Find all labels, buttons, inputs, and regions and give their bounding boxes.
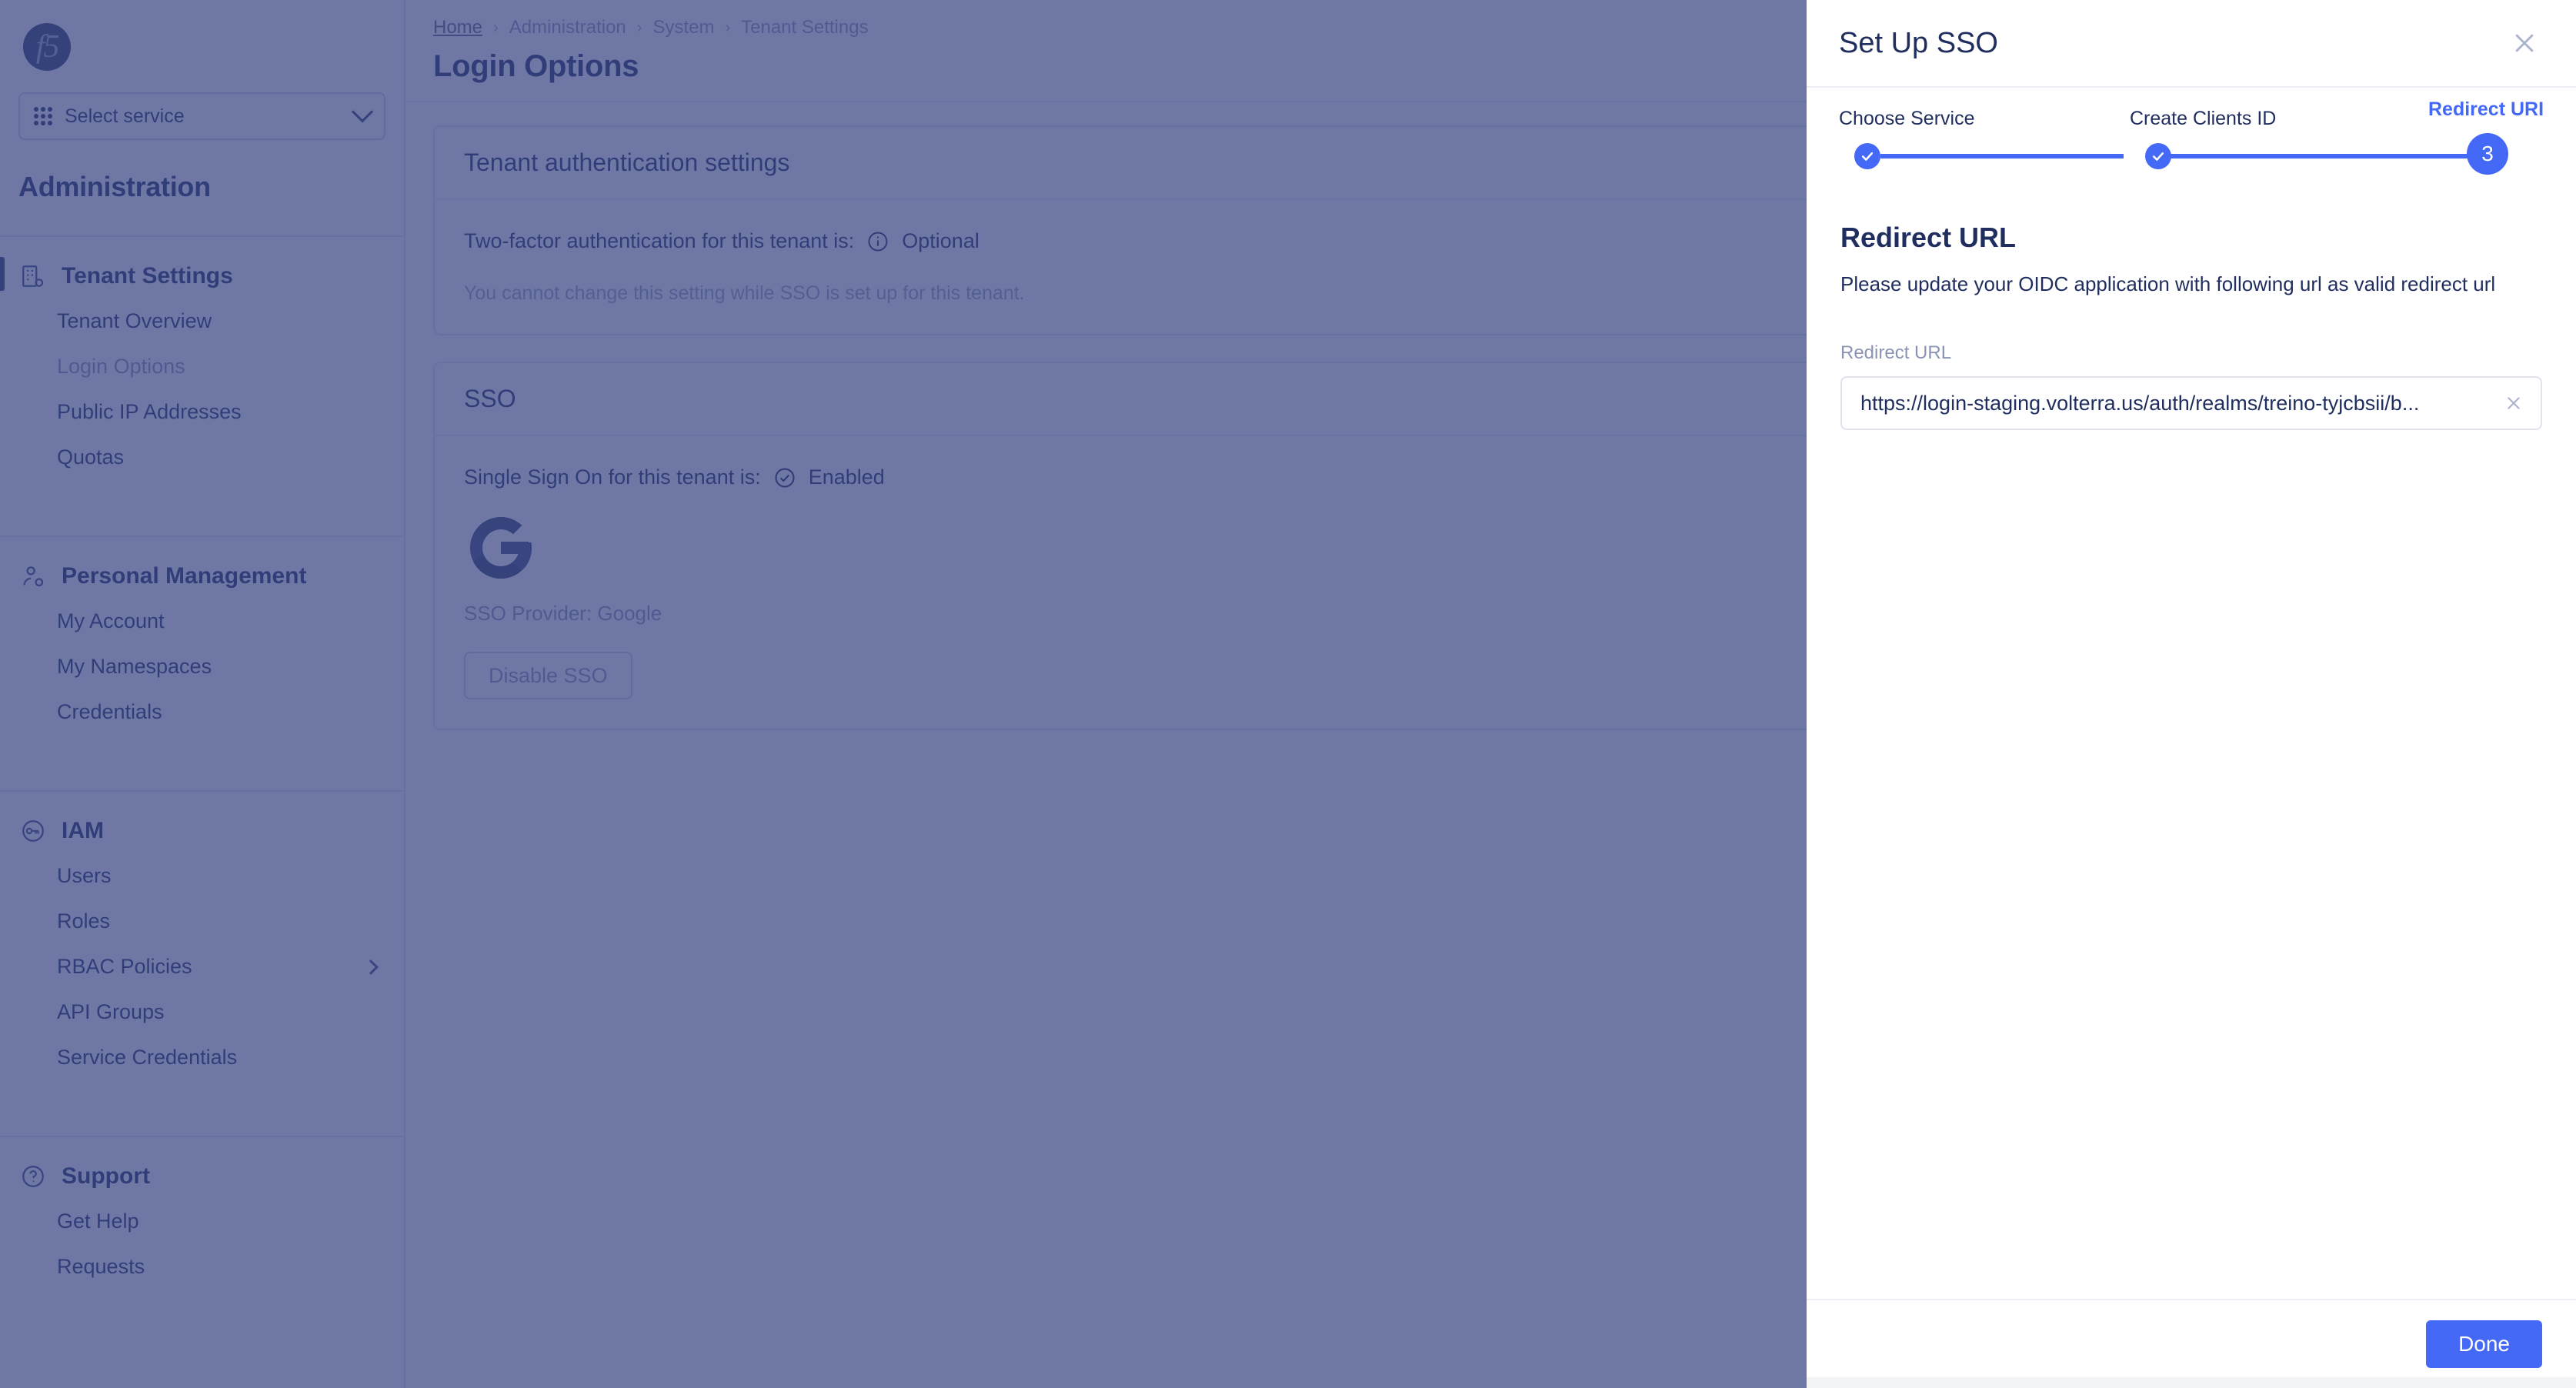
step-label-choose-service[interactable]: Choose Service <box>1839 108 1974 130</box>
step-label-create-clients-id[interactable]: Create Clients ID <box>2130 108 2276 130</box>
step-label-redirect-uri[interactable]: Redirect URI <box>2428 98 2544 121</box>
clear-x-icon[interactable] <box>2504 393 2524 413</box>
redirect-url-input[interactable]: https://login-staging.volterra.us/auth/r… <box>1840 376 2542 430</box>
panel-header: Set Up SSO <box>1807 0 2576 88</box>
redirect-url-field-label: Redirect URL <box>1840 342 1952 363</box>
panel-title: Set Up SSO <box>1839 26 1998 59</box>
section-description: Please update your OIDC application with… <box>1840 272 2496 295</box>
setup-sso-panel: Set Up SSO Choose Service Create Clients… <box>1807 0 2576 1388</box>
panel-body: Redirect URL Please update your OIDC app… <box>1807 188 2576 1299</box>
check-icon <box>2152 152 2164 161</box>
panel-footer: Done <box>1807 1299 2576 1388</box>
section-title-redirect-url: Redirect URL <box>1840 222 2017 253</box>
step-connector-2-3 <box>2153 154 2476 158</box>
step-dot-3[interactable]: 3 <box>2467 133 2508 175</box>
close-icon[interactable] <box>2507 25 2542 61</box>
check-icon <box>1861 152 1874 161</box>
setup-stepper: Choose Service Create Clients ID Redirec… <box>1807 88 2576 188</box>
step-connector-1-2 <box>1880 154 2124 158</box>
step-dot-2[interactable] <box>2145 143 2171 169</box>
step-number-3: 3 <box>2481 142 2494 165</box>
panel-footer-strip <box>1807 1377 2576 1388</box>
redirect-url-value: https://login-staging.volterra.us/auth/r… <box>1860 391 2420 415</box>
step-dot-1[interactable] <box>1854 143 1880 169</box>
done-button[interactable]: Done <box>2426 1320 2542 1368</box>
